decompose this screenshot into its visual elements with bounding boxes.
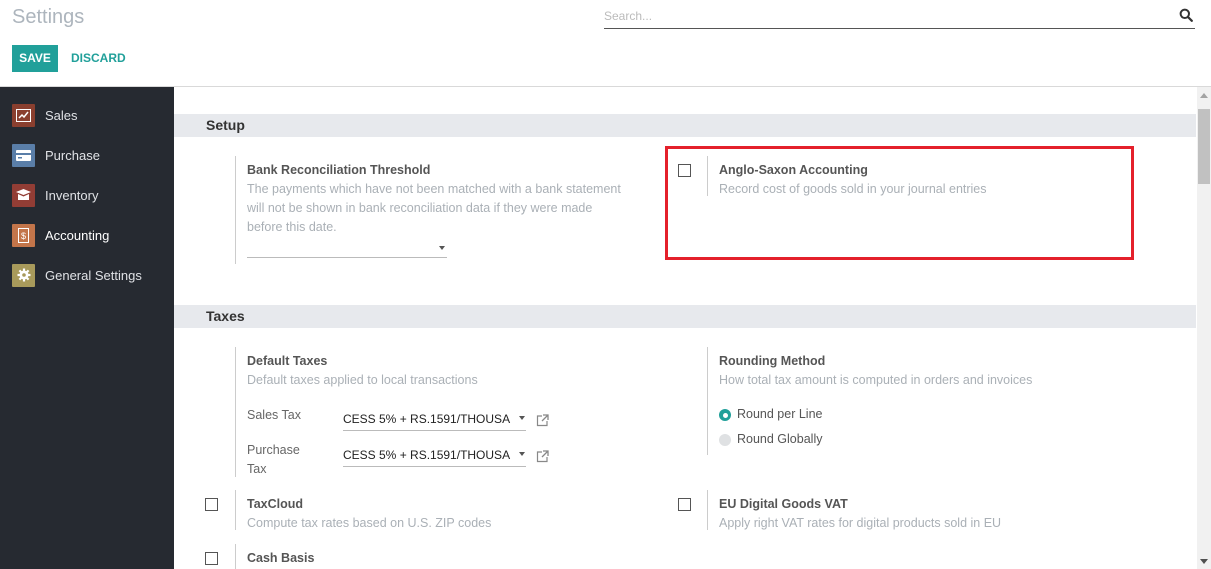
setting-divider <box>235 156 236 264</box>
accounting-invoice-icon: $ <box>12 223 35 247</box>
chevron-down-icon[interactable] <box>519 416 525 420</box>
round-globally-radio[interactable] <box>719 434 731 446</box>
gear-icon <box>12 263 35 287</box>
setting-description-line: will not be shown in bank reconciliation… <box>247 201 593 215</box>
setting-rounding-method: Rounding Method How total tax amount is … <box>707 347 1127 455</box>
setting-title: Cash Basis <box>247 551 315 565</box>
setting-eu-digital-goods-vat: EU Digital Goods VAT Apply right VAT rat… <box>707 490 1127 530</box>
setting-title: Bank Reconciliation Threshold <box>247 163 431 177</box>
sidebar-item-label: Accounting <box>45 227 110 243</box>
page-title: Settings <box>12 6 85 28</box>
settings-sidebar: Sales Purchase Inventory $ Accounting Ge… <box>0 87 174 569</box>
highlight-annotation-box <box>665 146 1134 260</box>
setting-taxcloud: TaxCloud Compute tax rates based on U.S.… <box>235 490 655 530</box>
setting-title: Default Taxes <box>247 354 328 368</box>
setting-title: TaxCloud <box>247 497 304 511</box>
external-link-icon[interactable] <box>536 450 549 463</box>
setting-title: Rounding Method <box>719 354 826 368</box>
setting-divider <box>707 490 708 530</box>
taxcloud-checkbox[interactable] <box>205 498 218 511</box>
save-button[interactable]: SAVE <box>12 45 58 72</box>
control-panel: Settings SAVE DISCARD <box>0 0 1211 87</box>
purchase-card-icon <box>12 143 35 167</box>
sidebar-item-sales[interactable]: Sales <box>0 95 174 135</box>
setting-default-taxes: Default Taxes Default taxes applied to l… <box>235 347 655 477</box>
setting-description: Apply right VAT rates for digital produc… <box>719 516 1002 530</box>
sales-tax-label: Sales Tax <box>247 408 301 422</box>
sidebar-item-label: Sales <box>45 107 78 123</box>
sales-chart-icon <box>12 103 35 127</box>
chevron-down-icon[interactable] <box>519 452 525 456</box>
setting-divider <box>235 544 236 569</box>
section-header-setup: Setup <box>174 114 1196 137</box>
sidebar-item-label: Inventory <box>45 187 99 203</box>
chevron-down-icon[interactable] <box>439 246 445 250</box>
setting-divider <box>235 347 236 477</box>
setting-description-line: The payments which have not been matched… <box>247 182 621 196</box>
search-input[interactable] <box>604 5 1164 27</box>
search-bar <box>604 5 1195 29</box>
scrollbar-thumb[interactable] <box>1198 109 1210 184</box>
round-per-line-radio[interactable] <box>719 409 731 421</box>
sidebar-item-general-settings[interactable]: General Settings <box>0 255 174 295</box>
setting-description: How total tax amount is computed in orde… <box>719 373 1033 387</box>
sidebar-item-purchase[interactable]: Purchase <box>0 135 174 175</box>
purchase-tax-label: Purchase <box>247 443 300 457</box>
scroll-down-arrow-icon[interactable] <box>1200 559 1208 564</box>
sales-tax-select[interactable]: CESS 5% + RS.1591/THOUSA <box>343 412 526 431</box>
cash-basis-checkbox[interactable] <box>205 552 218 565</box>
setting-bank-reconciliation-threshold: Bank Reconciliation Threshold The paymen… <box>235 156 655 264</box>
setting-description: Default taxes applied to local transacti… <box>247 373 478 387</box>
purchase-tax-label: Tax <box>247 462 267 476</box>
sidebar-item-inventory[interactable]: Inventory <box>0 175 174 215</box>
setting-description: Compute tax rates based on U.S. ZIP code… <box>247 516 492 530</box>
radio-label: Round Globally <box>737 432 823 446</box>
setting-title: EU Digital Goods VAT <box>719 497 848 511</box>
section-header-taxes: Taxes <box>174 305 1196 328</box>
sidebar-item-label: Purchase <box>45 147 100 163</box>
sidebar-item-accounting[interactable]: $ Accounting <box>0 215 174 255</box>
threshold-date-select[interactable] <box>247 239 447 258</box>
purchase-tax-select[interactable]: CESS 5% + RS.1591/THOUSA <box>343 448 526 467</box>
discard-button[interactable]: DISCARD <box>71 45 126 72</box>
setting-description-line: before this date. <box>247 220 337 234</box>
sidebar-item-label: General Settings <box>45 267 142 283</box>
radio-label: Round per Line <box>737 407 823 421</box>
setting-divider <box>235 490 236 530</box>
inventory-box-icon <box>12 183 35 207</box>
vertical-scrollbar[interactable] <box>1197 87 1211 569</box>
setting-cash-basis: Cash Basis <box>235 544 655 569</box>
eu-digital-goods-vat-checkbox[interactable] <box>678 498 691 511</box>
scroll-up-arrow-icon[interactable] <box>1200 93 1208 98</box>
svg-text:$: $ <box>21 231 26 241</box>
external-link-icon[interactable] <box>536 414 549 427</box>
settings-content: Setup Bank Reconciliation Threshold The … <box>174 87 1197 569</box>
setting-divider <box>707 347 708 455</box>
search-icon[interactable] <box>1179 8 1193 22</box>
